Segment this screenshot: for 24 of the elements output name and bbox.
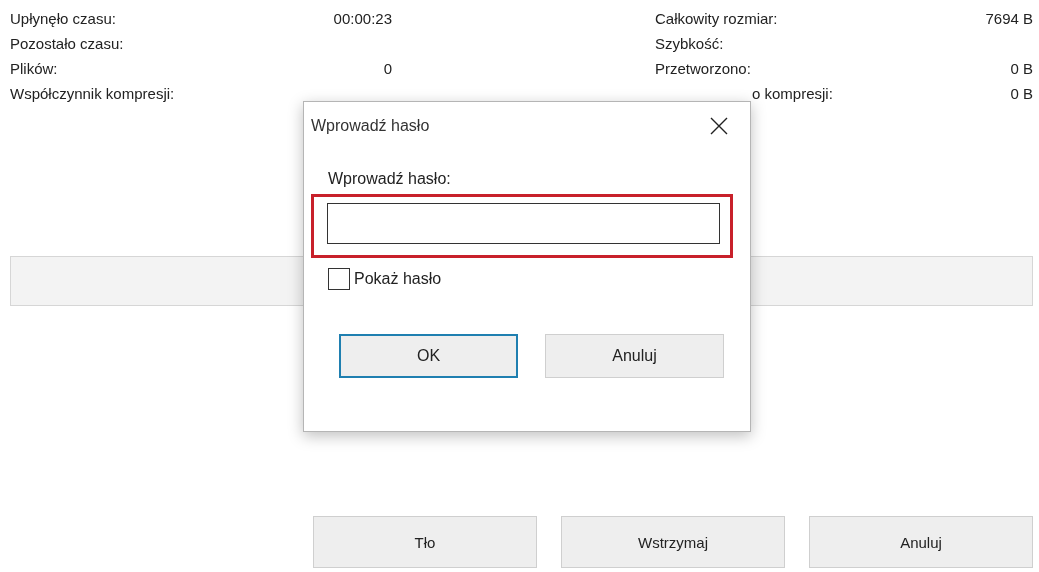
password-field[interactable]: [311, 194, 733, 258]
stat-label: Całkowity rozmiar:: [655, 10, 779, 27]
stat-label: Pozostało czasu:: [10, 35, 125, 52]
stat-label: Upłynęło czasu:: [10, 10, 117, 27]
stat-value: 7694 B: [985, 10, 1033, 27]
stat-value: 0 B: [1010, 85, 1033, 102]
stat-value: 0: [383, 60, 392, 77]
stat-label: Plików:: [10, 60, 59, 77]
default-button[interactable]: OK: [339, 334, 518, 378]
dialog-title: Wprowadź hasło: [311, 117, 430, 135]
stat-value: 0 B: [1010, 60, 1033, 77]
stat-label: Przetworzono:: [655, 60, 752, 77]
stat-label: Szybkość:: [655, 35, 725, 52]
action-button[interactable]: Anuluj: [809, 516, 1033, 568]
field-label: Wprowadź hasło:: [328, 170, 452, 188]
stat-label: Współczynnik kompresji:: [10, 85, 176, 102]
dialog-button[interactable]: Anuluj: [545, 334, 724, 378]
action-button[interactable]: Wstrzymaj: [561, 516, 785, 568]
stat-label: o kompresji:: [752, 85, 834, 102]
checkbox[interactable]: [328, 268, 350, 290]
close-icon[interactable]: [709, 116, 729, 136]
action-button[interactable]: Tło: [313, 516, 537, 568]
checkbox-label: Pokaż hasło: [354, 270, 442, 288]
stat-value: 00:00:23: [333, 10, 392, 27]
